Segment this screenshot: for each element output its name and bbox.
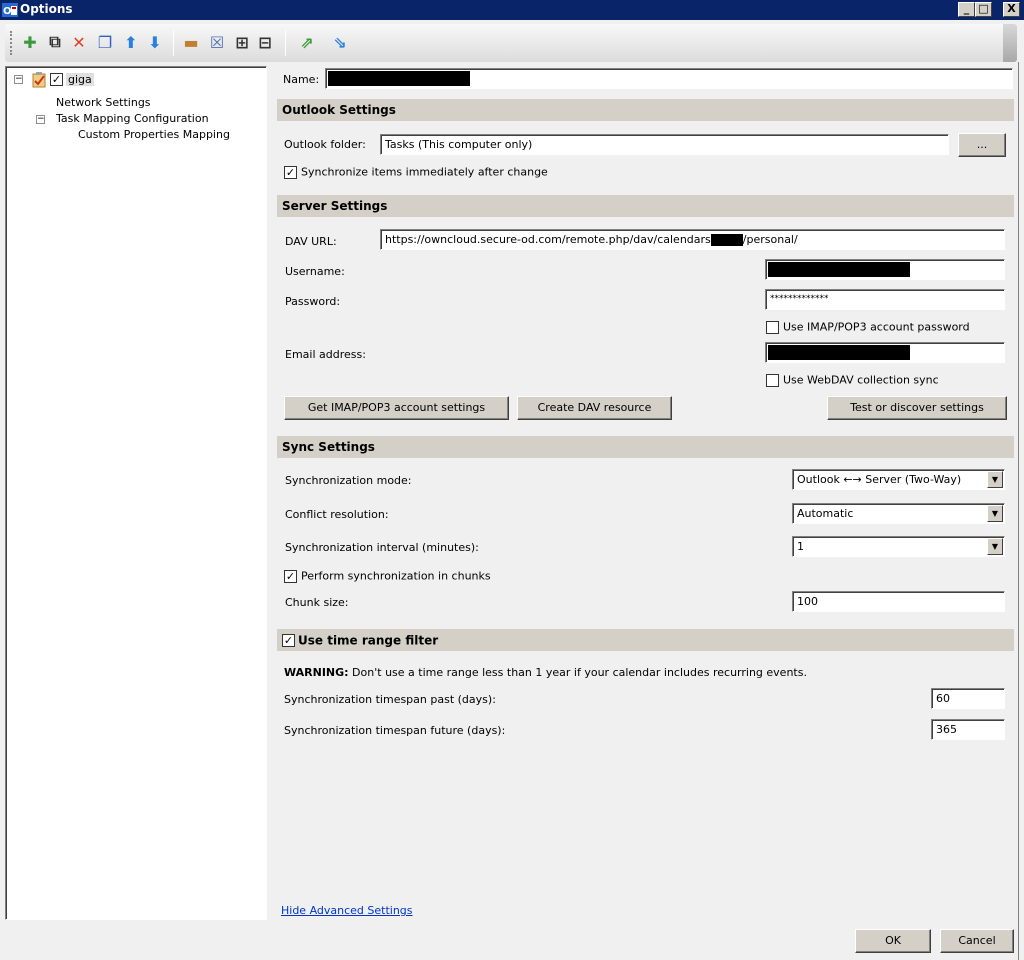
password-label: Password: xyxy=(285,295,341,308)
collapse-icon[interactable]: − xyxy=(36,115,45,124)
time-range-filter-label: Use time range filter xyxy=(298,633,439,648)
use-imap-password-label: Use IMAP/POP3 account password xyxy=(783,320,970,334)
collapse-all-icon[interactable]: ⊟ xyxy=(255,32,275,52)
create-dav-resource-button[interactable]: Create DAV resource xyxy=(517,396,672,420)
timespan-future-label: Synchronization timespan future (days): xyxy=(284,724,506,737)
tree-node-network-settings[interactable]: Network Settings xyxy=(56,96,151,109)
title-bar: O Options _ □ X xyxy=(0,0,1024,20)
server-settings-header: Server Settings xyxy=(277,195,1014,217)
expand-all-icon[interactable]: ⊞ xyxy=(232,32,252,52)
name-input[interactable] xyxy=(325,68,1013,89)
sync-in-chunks-label: Perform synchronization in chunks xyxy=(301,569,491,583)
folder-icon[interactable]: ▬ xyxy=(181,32,201,52)
sync-immediately-row[interactable]: ✓ Synchronize items immediately after cha… xyxy=(284,165,548,179)
export-icon[interactable]: ⇗ xyxy=(297,32,317,52)
dropdown-arrow-icon[interactable]: ▼ xyxy=(987,471,1003,488)
toolbar-overflow-button[interactable] xyxy=(1003,24,1017,62)
minimize-button[interactable]: _ xyxy=(958,2,975,17)
redacted-username xyxy=(768,262,910,277)
toolbar-separator xyxy=(285,30,286,56)
toolbar-grip[interactable] xyxy=(10,31,13,55)
use-webdav-sync-row[interactable]: Use WebDAV collection sync xyxy=(766,373,939,387)
outlook-folder-label: Outlook folder: xyxy=(284,138,366,151)
sync-interval-label: Synchronization interval (minutes): xyxy=(285,541,479,554)
copy-icon[interactable]: ❐ xyxy=(95,32,115,52)
tree-node-task-mapping[interactable]: Task Mapping Configuration xyxy=(56,112,209,125)
window-right-border xyxy=(1018,62,1024,960)
task-profile-icon xyxy=(32,72,46,88)
dropdown-arrow-icon[interactable]: ▼ xyxy=(987,538,1003,555)
outlook-settings-header: Outlook Settings xyxy=(277,99,1014,121)
sync-in-chunks-row[interactable]: ✓ Perform synchronization in chunks xyxy=(284,569,491,583)
use-imap-password-checkbox[interactable] xyxy=(766,320,779,334)
sync-interval-select[interactable]: 1 ▼ xyxy=(792,536,1005,557)
password-input[interactable]: ************* xyxy=(765,289,1005,310)
move-down-icon[interactable]: ⬇ xyxy=(145,32,165,52)
close-button[interactable]: X xyxy=(1003,2,1020,17)
tree-node-giga[interactable]: giga xyxy=(66,73,94,86)
test-discover-settings-button[interactable]: Test or discover settings xyxy=(827,396,1007,420)
time-range-filter-checkbox[interactable]: ✓ xyxy=(282,634,295,647)
dropdown-arrow-icon[interactable]: ▼ xyxy=(987,505,1003,522)
tree-node-custom-properties[interactable]: Custom Properties Mapping xyxy=(78,128,230,141)
timespan-future-input[interactable]: 365 xyxy=(931,719,1005,740)
warning-text: Don't use a time range less than 1 year … xyxy=(348,666,807,679)
sync-immediately-checkbox[interactable]: ✓ xyxy=(284,165,297,179)
svg-text:O: O xyxy=(3,6,12,17)
timespan-past-label: Synchronization timespan past (days): xyxy=(284,693,496,706)
import-icon[interactable]: ⇘ xyxy=(330,32,350,52)
maximize-button[interactable]: □ xyxy=(975,2,992,17)
conflict-resolution-value: Automatic xyxy=(797,507,854,520)
sync-interval-value: 1 xyxy=(797,540,804,553)
chunk-size-input[interactable]: 100 xyxy=(792,591,1005,612)
sync-mode-select[interactable]: Outlook ←→ Server (Two-Way) ▼ xyxy=(792,469,1005,490)
redacted-name xyxy=(328,71,470,86)
conflict-resolution-select[interactable]: Automatic ▼ xyxy=(792,503,1005,524)
use-webdav-sync-label: Use WebDAV collection sync xyxy=(783,373,939,387)
delete-icon[interactable]: ✕ xyxy=(69,32,89,52)
cancel-button[interactable]: Cancel xyxy=(940,929,1014,953)
ok-button[interactable]: OK xyxy=(855,929,931,953)
profile-enabled-checkbox[interactable]: ✓ xyxy=(50,73,63,86)
name-label: Name: xyxy=(283,73,320,86)
sync-immediately-label: Synchronize items immediately after chan… xyxy=(301,165,548,179)
move-up-icon[interactable]: ⬆ xyxy=(121,32,141,52)
time-range-warning: WARNING: Don't use a time range less tha… xyxy=(284,666,807,679)
app-icon: O xyxy=(2,3,18,17)
sync-mode-value: Outlook ←→ Server (Two-Way) xyxy=(797,473,962,486)
use-webdav-sync-checkbox[interactable] xyxy=(766,373,779,387)
redacted-username-segment xyxy=(710,234,743,246)
timespan-past-input[interactable]: 60 xyxy=(931,688,1005,709)
dav-url-input[interactable]: https://owncloud.secure-od.com/remote.ph… xyxy=(380,229,1005,250)
window-title: Options xyxy=(20,2,73,16)
sync-settings-header: Sync Settings xyxy=(277,436,1014,458)
username-label: Username: xyxy=(285,265,345,278)
email-input[interactable] xyxy=(765,342,1005,363)
username-input[interactable] xyxy=(765,259,1005,280)
browse-folder-button[interactable]: ... xyxy=(958,133,1006,157)
add-icon[interactable]: ✚ xyxy=(20,32,40,52)
sync-in-chunks-checkbox[interactable]: ✓ xyxy=(284,569,297,583)
toolbar: ✚ ⧉ ✕ ❐ ⬆ ⬇ ▬ ☒ ⊞ ⊟ ⇗ ⇘ xyxy=(5,24,1017,62)
time-range-filter-header: ✓ Use time range filter xyxy=(277,629,1014,651)
conflict-resolution-label: Conflict resolution: xyxy=(285,508,389,521)
dav-url-suffix: /personal/ xyxy=(742,233,798,246)
sync-mode-label: Synchronization mode: xyxy=(285,474,412,487)
use-imap-password-row[interactable]: Use IMAP/POP3 account password xyxy=(766,320,970,334)
email-label: Email address: xyxy=(285,348,366,361)
chunk-size-label: Chunk size: xyxy=(285,596,349,609)
clear-cache-icon[interactable]: ☒ xyxy=(207,32,227,52)
toolbar-separator xyxy=(173,30,174,56)
outlook-folder-input[interactable]: Tasks (This computer only) xyxy=(380,134,949,155)
hide-advanced-settings-link[interactable]: Hide Advanced Settings xyxy=(281,904,413,917)
dav-url-prefix: https://owncloud.secure-od.com/remote.ph… xyxy=(385,233,711,246)
get-imap-settings-button[interactable]: Get IMAP/POP3 account settings xyxy=(284,396,509,420)
dav-url-label: DAV URL: xyxy=(285,235,337,248)
redacted-email xyxy=(768,345,910,360)
warning-bold: WARNING: xyxy=(284,666,349,679)
profile-tree[interactable]: − ✓ giga Network Settings − Task Mapping… xyxy=(5,66,267,920)
add-multiple-icon[interactable]: ⧉ xyxy=(45,32,65,52)
collapse-icon[interactable]: − xyxy=(14,75,23,84)
